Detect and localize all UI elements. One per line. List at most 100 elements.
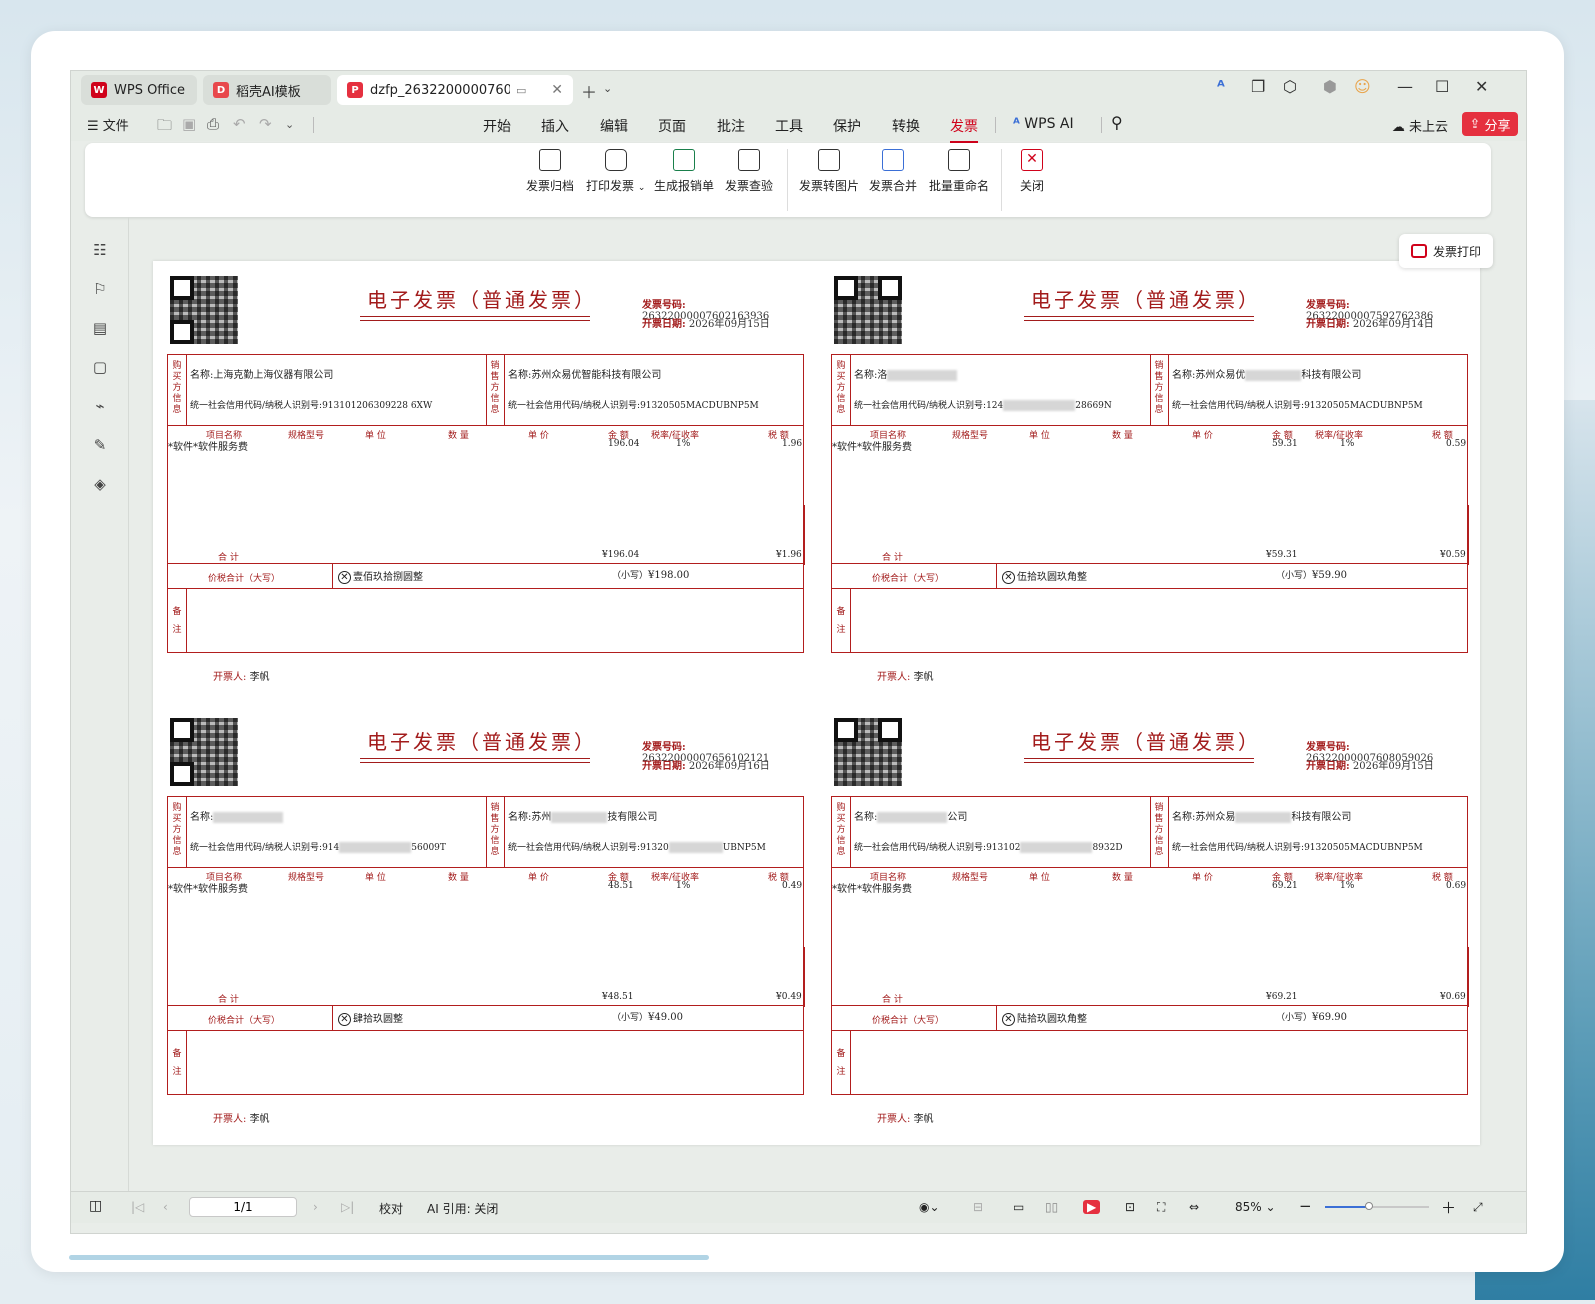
redo-icon[interactable]: ↷ xyxy=(259,115,272,133)
button-label: 发票查验 xyxy=(725,179,774,193)
seller-tax-value: 91320 xyxy=(640,843,669,853)
invoice-ribbon: 发票归档 打印发票 ⌄ 生成报销单 发票查验 发票转图片 发票合并 批量重命名 … xyxy=(85,143,1491,217)
save-icon[interactable]: ▣ xyxy=(182,115,196,133)
zoom-slider-knob[interactable] xyxy=(1364,1202,1373,1210)
rule xyxy=(1468,505,1469,565)
seller-tax-id: 统一社会信用代码/纳税人识别号:91320505MACDUBNP5M xyxy=(1172,398,1423,411)
sidebar-toggle-icon[interactable]: ◫ xyxy=(89,1198,102,1214)
print-icon[interactable]: ⎙ xyxy=(207,115,219,133)
circle-x-icon: ✕ xyxy=(338,1013,351,1026)
new-tab-icon[interactable]: ＋ xyxy=(581,79,597,103)
tab-wps-office[interactable]: W WPS Office xyxy=(81,75,197,105)
file-menu[interactable]: ☰ 文件 xyxy=(87,115,129,134)
remark-label: 备注 xyxy=(172,1049,182,1077)
zoom-level[interactable]: 85% ⌄ xyxy=(1235,1200,1276,1214)
menu-convert[interactable]: 转换 xyxy=(892,116,920,136)
signature-icon[interactable]: ✎ xyxy=(91,436,109,454)
invoice-title: 电子发票（普通发票） xyxy=(367,730,597,754)
avatar[interactable]: ☺ xyxy=(1354,77,1371,96)
maximize-icon[interactable]: ☐ xyxy=(1435,77,1449,96)
settings-hex-icon[interactable]: ⬢ xyxy=(1323,77,1337,96)
total-amount: ¥48.51 xyxy=(602,992,634,1002)
single-page-icon[interactable]: ▭ xyxy=(1013,1200,1024,1214)
menu-start[interactable]: 开始 xyxy=(483,116,511,136)
close-icon: ✕ xyxy=(1021,149,1043,171)
col-header-price: 单 价 xyxy=(528,431,549,441)
share-icon: ⇪ xyxy=(1469,116,1481,132)
next-page-icon[interactable]: › xyxy=(313,1200,318,1214)
undo-icon[interactable]: ↶ xyxy=(233,115,246,133)
zoom-slider[interactable] xyxy=(1325,1202,1429,1210)
eye-view-icon[interactable]: ◉⌄ xyxy=(919,1200,940,1214)
menu-edit[interactable]: 编辑 xyxy=(600,116,628,136)
zoom-value: 85% xyxy=(1235,1200,1262,1214)
button-label: 发票合并 xyxy=(869,179,918,193)
page-number-input[interactable]: 1/1 xyxy=(189,1197,297,1217)
invoice-verify-button[interactable]: 发票查验 xyxy=(725,149,773,194)
zoom-out-icon[interactable]: − xyxy=(1299,1197,1312,1215)
close-tab-icon[interactable]: ✕ xyxy=(551,82,563,98)
layers-icon[interactable]: ◈ xyxy=(91,475,109,493)
rule xyxy=(168,588,803,589)
fit-page-icon[interactable]: ⛶ xyxy=(1157,1200,1165,1215)
minimize-icon[interactable]: — xyxy=(1397,77,1413,96)
menu-page[interactable]: 页面 xyxy=(658,116,686,136)
prev-page-icon[interactable]: ‹ xyxy=(163,1200,168,1214)
attachment-icon[interactable]: ⌁ xyxy=(91,397,109,415)
tab-label: dzfp_2632200000760216 xyxy=(370,82,510,98)
ai-reference-toggle[interactable]: AI 引用: 关闭 xyxy=(427,1200,498,1217)
sum-upper: ✕ 伍拾玖圆玖角整 xyxy=(1002,568,1087,584)
invoice-print-float-button[interactable]: 发票打印 xyxy=(1399,234,1493,268)
play-icon[interactable]: ▶ xyxy=(1083,1200,1101,1214)
bookmark-icon[interactable]: ⚐ xyxy=(91,280,109,298)
outline-icon[interactable]: ☷ xyxy=(91,241,109,259)
invoice-card: 电子发票（普通发票） 发票号码: 26322000007602163936 开票… xyxy=(167,276,807,696)
menu-insert[interactable]: 插入 xyxy=(541,116,569,136)
invoice-table: 购买方信息 销售方信息 名称:洛 统一社会信用代码/纳税人识别号:124 2866… xyxy=(831,354,1469,653)
close-ribbon-button[interactable]: ✕ 关闭 xyxy=(1020,149,1044,194)
actual-size-icon[interactable]: ⊡ xyxy=(1125,1200,1135,1214)
thumbnail-icon[interactable]: ▤ xyxy=(91,319,109,337)
title-underline xyxy=(1024,758,1254,759)
window-layout-icon[interactable]: ❐ xyxy=(1251,77,1265,96)
menu-wps-ai[interactable]: ᴬ WPS AI xyxy=(1013,116,1074,132)
print-invoice-button[interactable]: 打印发票 ⌄ xyxy=(586,149,645,194)
menu-comment[interactable]: 批注 xyxy=(717,116,745,136)
menu-tools[interactable]: 工具 xyxy=(775,116,803,136)
fit-width-icon[interactable]: ⇔ xyxy=(1189,1200,1199,1214)
last-page-icon[interactable]: ▷| xyxy=(341,1200,354,1214)
proofread-button[interactable]: 校对 xyxy=(379,1200,403,1217)
generate-expense-button[interactable]: 生成报销单 xyxy=(654,149,714,194)
split-view-icon[interactable]: ⊟ xyxy=(973,1200,983,1214)
search-icon[interactable]: ⚲ xyxy=(1111,113,1123,132)
open-folder-icon[interactable]: 🗀 xyxy=(157,115,172,140)
tab-list-chevron-icon[interactable]: ⌄ xyxy=(603,82,612,95)
cloud-status[interactable]: ☁ 未上云 xyxy=(1392,116,1448,135)
tab-pdf-document[interactable]: P dzfp_2632200000760216 ▭ ✕ xyxy=(337,75,573,105)
menu-invoice[interactable]: 发票 xyxy=(950,116,978,143)
double-page-icon[interactable]: ▯▯ xyxy=(1045,1200,1058,1214)
redacted-area xyxy=(1235,812,1292,823)
tab-docer-ai[interactable]: D 稻壳AI模板 xyxy=(203,75,331,105)
fullscreen-icon[interactable]: ⤢ xyxy=(1473,1200,1483,1215)
item-tax: 0.49 xyxy=(782,881,803,891)
total-tax: ¥0.69 xyxy=(1440,992,1466,1002)
batch-rename-button[interactable]: 批量重命名 xyxy=(929,149,989,194)
first-page-icon[interactable]: |◁ xyxy=(131,1200,144,1214)
cube-icon[interactable]: ⬡ xyxy=(1283,77,1297,96)
sum-lower-value: ¥49.00 xyxy=(648,1012,684,1023)
buyer-name: 名称: 公司 xyxy=(854,808,967,823)
share-button[interactable]: ⇪ 分享 xyxy=(1462,112,1518,136)
invoice-to-image-button[interactable]: 发票转图片 xyxy=(799,149,859,194)
close-window-icon[interactable]: ✕ xyxy=(1475,77,1488,96)
invoice-merge-button[interactable]: 发票合并 xyxy=(869,149,917,194)
zoom-in-icon[interactable]: ＋ xyxy=(1441,1197,1456,1218)
rule xyxy=(832,1030,1467,1031)
issuer: 开票人: 李帆 xyxy=(213,668,270,683)
menu-protect[interactable]: 保护 xyxy=(833,116,861,136)
more-chevron-icon[interactable]: ⌄ xyxy=(285,118,294,131)
seller-name: 名称:苏州众易优 科技有限公司 xyxy=(1172,366,1361,381)
invoice-archive-button[interactable]: 发票归档 xyxy=(526,149,574,194)
wps-ai-logo-icon[interactable]: ᴬ xyxy=(1217,77,1225,96)
comment-icon[interactable]: ▢ xyxy=(91,358,109,376)
